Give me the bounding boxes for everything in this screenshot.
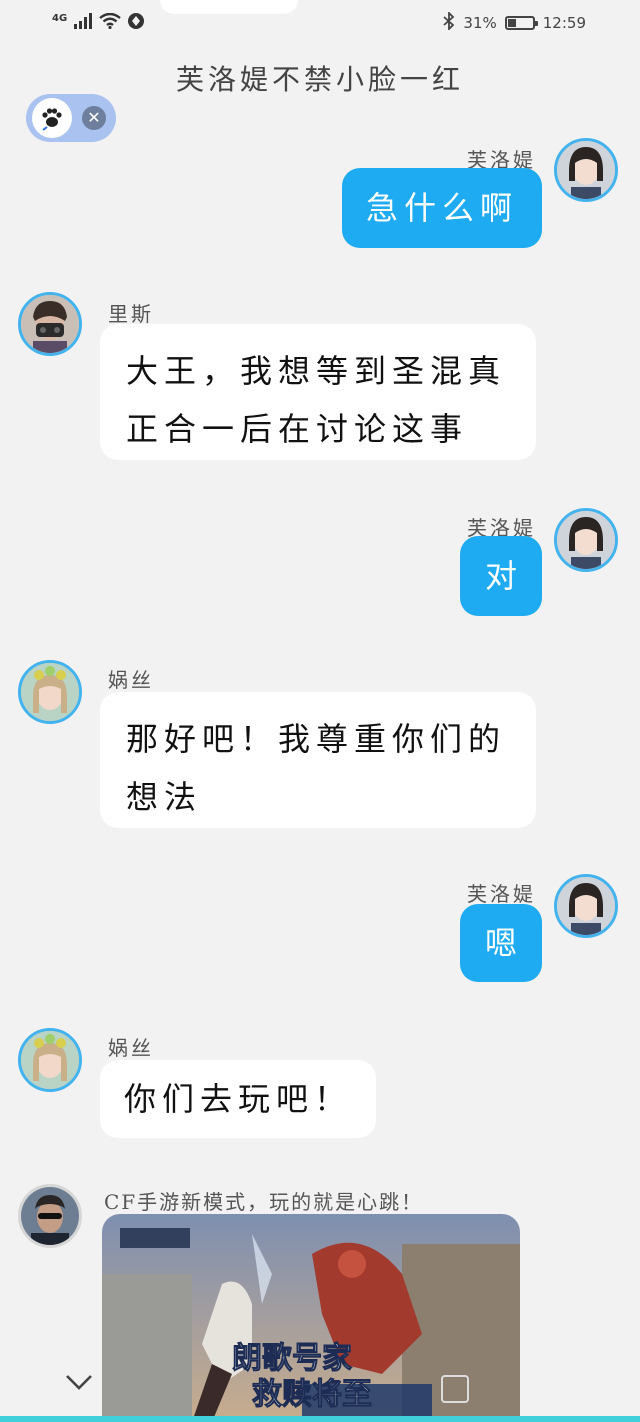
sender-name: 芙洛媞: [467, 882, 536, 906]
avatar-fuluoti[interactable]: [554, 508, 618, 572]
sender-name: 里斯: [108, 302, 154, 326]
message-line: 正合一后在讨论这事: [126, 410, 469, 448]
ad-banner-subtitle: 救赎将至: [252, 1377, 372, 1412]
avatar-ad[interactable]: [18, 1184, 82, 1248]
message-line: 那好吧！我尊重你们的: [126, 720, 507, 758]
close-icon[interactable]: ✕: [82, 106, 106, 130]
bluetooth-icon: [443, 10, 455, 34]
message-line: 大王，我想等到圣混真: [126, 352, 507, 390]
network-type: 4G: [52, 13, 68, 24]
ad-banner[interactable]: 朗歌号家 救赎将至: [102, 1214, 520, 1422]
avatar-fuluoti[interactable]: [554, 874, 618, 938]
paw-icon[interactable]: [32, 98, 72, 138]
chat-title: 芙洛媞不禁小脸一红: [175, 63, 464, 96]
message-bubble-outgoing[interactable]: 对: [460, 536, 542, 616]
bottom-accent-strip: [0, 1416, 640, 1422]
message-line: 想法: [126, 778, 203, 816]
clock: 12:59: [542, 14, 586, 32]
message-bubble-incoming[interactable]: 你们去玩吧！: [100, 1060, 376, 1138]
ad-caption: CF手游新模式，玩的就是心跳！: [104, 1190, 424, 1214]
avatar-lisi[interactable]: [18, 292, 82, 356]
floating-widget[interactable]: ✕: [26, 94, 116, 142]
sender-name: 娲丝: [108, 668, 154, 692]
message-bubble-incoming[interactable]: 大王，我想等到圣混真 正合一后在讨论这事: [100, 324, 536, 460]
signal-icon: [73, 13, 93, 33]
status-left: 4G: [52, 12, 145, 34]
wifi-icon: [99, 12, 121, 33]
message-bubble-incoming[interactable]: 那好吧！我尊重你们的 想法: [100, 692, 536, 828]
chevron-down-icon[interactable]: [64, 1372, 94, 1396]
vpn-icon: [127, 12, 145, 34]
avatar-fuluoti[interactable]: [554, 138, 618, 202]
message-bubble-outgoing[interactable]: 嗯: [460, 904, 542, 982]
message-bubble-outgoing[interactable]: 急什么啊: [342, 168, 542, 248]
battery-level: [507, 19, 516, 27]
battery-icon: [504, 16, 538, 30]
sender-name: 娲丝: [108, 1036, 154, 1060]
avatar-wasi[interactable]: [18, 660, 82, 724]
status-bar: 4G 31% 12:59: [0, 0, 640, 46]
avatar-wasi[interactable]: [18, 1028, 82, 1092]
battery-percent: 31%: [463, 14, 497, 32]
status-right: 31% 12:59: [443, 10, 586, 34]
notification-pill: [160, 0, 298, 14]
ad-banner-title: 朗歌号家: [232, 1341, 352, 1376]
